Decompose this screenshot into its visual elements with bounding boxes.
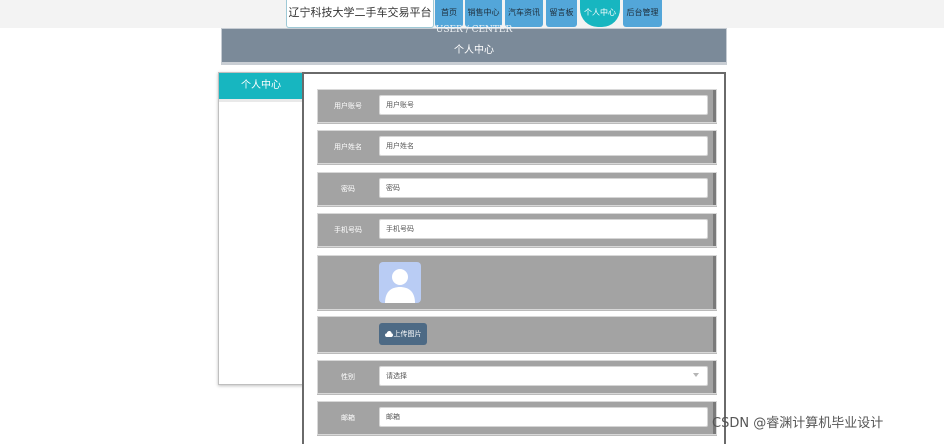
profile-form: 用户账号 用户账号 用户姓名 用户姓名 密码 密码 手机号码 手机号码 上传图片 [302,72,726,444]
username-label: 用户账号 [334,102,362,110]
nav-sales-center[interactable]: 销售中心 [465,0,502,27]
gender-select[interactable]: 请选择 [379,366,708,386]
avatar-placeholder-icon[interactable] [379,262,421,303]
cloud-upload-icon [384,331,393,337]
gender-label: 性别 [341,373,355,381]
chevron-down-icon [693,373,699,377]
password-input[interactable]: 密码 [379,178,708,198]
phone-label: 手机号码 [334,226,362,234]
email-label: 邮箱 [341,414,355,422]
form-row-upload: 上传图片 [317,316,717,353]
form-row-username: 用户账号 用户账号 [317,89,717,123]
nav-admin[interactable]: 后台管理 [623,0,662,27]
phone-input[interactable]: 手机号码 [379,219,708,239]
banner-title-en: USER / CENTER [435,25,513,35]
nav-car-news[interactable]: 汽车资讯 [505,0,543,27]
sidebar: 个人中心 [218,72,304,385]
nav-home[interactable]: 首页 [435,0,463,27]
upload-image-button[interactable]: 上传图片 [379,323,427,345]
email-input[interactable]: 邮箱 [379,407,708,427]
form-row-email: 邮箱 邮箱 [317,401,717,435]
name-input[interactable]: 用户姓名 [379,136,708,156]
form-row-name: 用户姓名 用户姓名 [317,130,717,164]
name-label: 用户姓名 [334,143,362,151]
form-row-avatar [317,255,717,310]
sidebar-item-user-center[interactable]: 个人中心 [219,73,303,102]
username-input[interactable]: 用户账号 [379,95,708,115]
site-title: 辽宁科技大学二手车交易平台 [286,0,434,28]
password-label: 密码 [341,185,355,193]
form-row-password: 密码 密码 [317,172,717,206]
nav-message-board[interactable]: 留言板 [546,0,577,27]
watermark: CSDN @睿渊计算机毕业设计 [712,416,884,431]
page-banner: USER / CENTER 个人中心 [221,25,727,65]
banner-title-cn: 个人中心 [454,45,494,56]
upload-button-label: 上传图片 [393,330,422,338]
gender-select-value: 请选择 [386,372,407,380]
form-row-phone: 手机号码 手机号码 [317,213,717,247]
form-row-gender: 性别 请选择 [317,360,717,394]
